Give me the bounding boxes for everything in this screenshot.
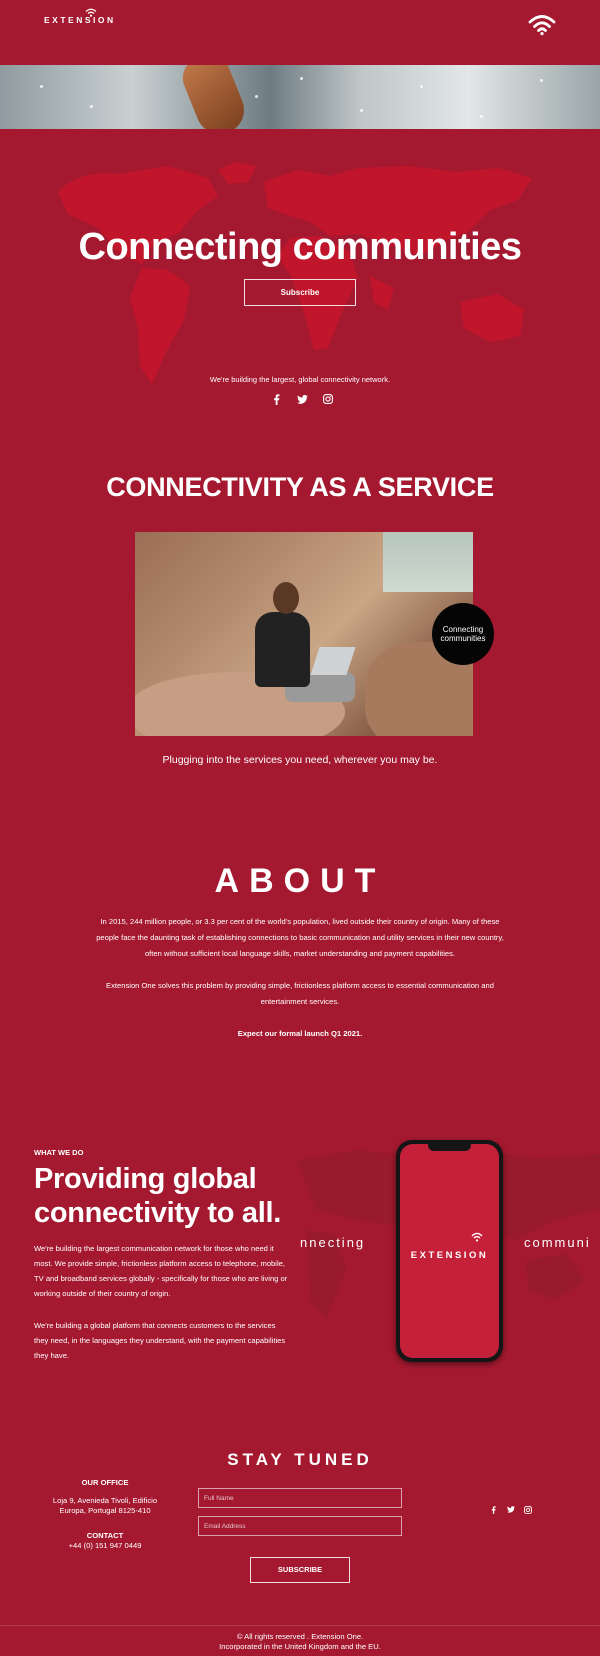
email-address-input[interactable]: [198, 1516, 402, 1536]
hero-tagline: We're building the largest, global conne…: [209, 375, 391, 384]
marquee-text-right: communi: [524, 1235, 591, 1250]
what-we-do-label: WHAT WE DO: [34, 1148, 84, 1157]
about-paragraph-2: Extension One solves this problem by pro…: [106, 981, 494, 1006]
contact-heading: CONTACT: [86, 1531, 124, 1540]
facebook-icon[interactable]: [489, 1505, 498, 1514]
office-address: Loja 9, Avenieda Tivoli, Edificio Europa…: [52, 1496, 158, 1515]
full-name-input[interactable]: [198, 1488, 402, 1508]
incorporation-text: Incorporated in the United Kingdom and t…: [219, 1642, 381, 1651]
footer-divider: [0, 1625, 600, 1626]
phone-logo-text: EXTENSION: [410, 1250, 489, 1261]
hero-banner-image: [0, 65, 600, 129]
what-we-do-paragraph-2: We're building a global platform that co…: [34, 1321, 286, 1360]
phone-screen: EXTENSION: [400, 1144, 499, 1358]
copyright-text: © All rights reserved . Extension One.: [236, 1632, 364, 1641]
what-we-do-paragraph-1: We're building the largest communication…: [34, 1244, 288, 1298]
world-map-graphic: [58, 162, 532, 384]
connecting-communities-badge: Connecting communities: [432, 603, 494, 665]
service-caption: Plugging into the services you need, whe…: [162, 754, 438, 766]
service-title: CONNECTIVITY AS A SERVICE: [106, 472, 494, 502]
footer-social-links: [489, 1505, 532, 1514]
marquee-text-left: nnecting: [300, 1235, 366, 1250]
phone-mockup: EXTENSION: [396, 1140, 503, 1362]
hero-social-links: [270, 393, 334, 405]
stay-tuned-title: STAY TUNED: [227, 1450, 373, 1469]
about-title: ABOUT: [214, 862, 386, 900]
about-launch-note: Expect our formal launch Q1 2021.: [237, 1029, 363, 1038]
subscribe-button[interactable]: SUBSCRIBE: [250, 1557, 350, 1583]
instagram-icon[interactable]: [322, 393, 334, 405]
twitter-icon[interactable]: [296, 393, 308, 405]
service-photo: [135, 532, 473, 736]
office-heading: OUR OFFICE: [81, 1478, 129, 1487]
about-paragraph-1: In 2015, 244 million people, or 3.3 per …: [96, 917, 504, 958]
contact-phone[interactable]: +44 (0) 151 947 0449: [40, 1541, 170, 1551]
what-we-do-title: Providing global connectivity to all.: [34, 1163, 281, 1229]
instagram-icon[interactable]: [523, 1505, 532, 1514]
logo-wifi-icon: [85, 8, 97, 17]
badge-text: Connecting communities: [440, 625, 486, 643]
site-logo[interactable]: EXTENSION: [44, 8, 113, 30]
hero-subscribe-button[interactable]: Subscribe: [244, 279, 356, 306]
twitter-icon[interactable]: [506, 1505, 515, 1514]
phone-wifi-icon: [471, 1232, 483, 1242]
logo-text: EXTENSION: [44, 15, 116, 25]
hero-title: Connecting communities: [78, 226, 522, 268]
facebook-icon[interactable]: [270, 393, 282, 405]
wifi-menu-icon[interactable]: [528, 14, 556, 36]
